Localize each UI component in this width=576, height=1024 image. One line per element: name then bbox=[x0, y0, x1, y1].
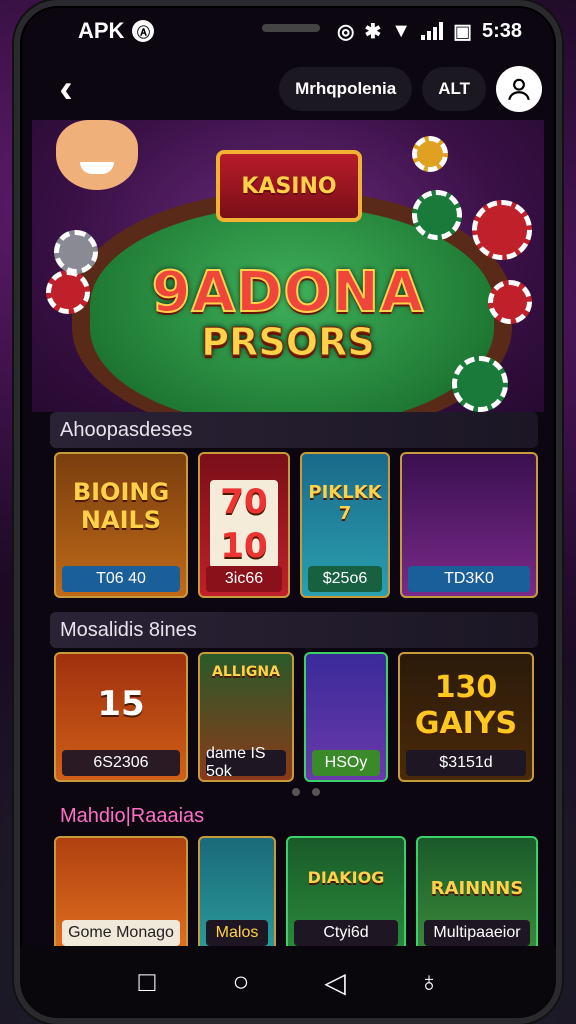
carrier-label: APK bbox=[78, 18, 125, 43]
game-card[interactable]: DIAKIOG Ctyi6d bbox=[286, 836, 406, 952]
android-nav-bar: □ ○ ◁ ♁ bbox=[20, 946, 556, 1018]
account-pill[interactable]: Mrhqpolenia bbox=[279, 67, 413, 111]
hero-subtitle: PRSORS bbox=[201, 320, 375, 365]
game-card-label: $3151d bbox=[406, 750, 526, 776]
game-card[interactable]: HSOy bbox=[304, 652, 388, 782]
chip-icon bbox=[472, 200, 532, 260]
alt-pill[interactable]: ALT bbox=[422, 67, 486, 111]
profile-avatar-icon[interactable] bbox=[496, 66, 542, 112]
game-card[interactable]: ALLIGNA dame IS 5ok bbox=[198, 652, 294, 782]
game-card-label: Multipaaeior bbox=[424, 920, 530, 946]
game-card-label: Gome Monago bbox=[62, 920, 180, 946]
section-title: Mahdio|Raaaias bbox=[60, 804, 205, 827]
game-grid: BIOING NAILS T06 40 70 10 3ic66 PIKLKK 7… bbox=[54, 452, 538, 598]
chip-icon bbox=[452, 356, 508, 412]
back-arrow-icon[interactable]: ‹ bbox=[42, 65, 90, 113]
assistant-icon[interactable]: ♁ bbox=[407, 966, 451, 998]
hero-banner[interactable]: KASINO 9ADONA PRSORS bbox=[32, 120, 544, 412]
battery-icon: ▣ bbox=[453, 20, 472, 43]
game-art-text: RAINNNS bbox=[430, 878, 524, 899]
game-art-text: DIAKIOG bbox=[307, 868, 385, 887]
game-art-text: 15 bbox=[97, 684, 145, 724]
carousel-dots bbox=[292, 788, 320, 796]
game-card[interactable]: TD3K0 bbox=[400, 452, 538, 598]
recent-apps-icon[interactable]: □ bbox=[125, 966, 169, 998]
top-bar: ‹ Mrhqpolenia ALT bbox=[20, 60, 556, 118]
game-art-text: 70 10 bbox=[210, 480, 278, 568]
bluetooth-icon: ✱ bbox=[364, 20, 382, 43]
game-grid: Gome Monago Malos DIAKIOG Ctyi6d RAINNNS… bbox=[54, 836, 538, 952]
game-card[interactable]: RAINNNS Multipaaeior bbox=[416, 836, 538, 952]
carrier-badge-icon: Ⓐ bbox=[132, 20, 155, 42]
hero-title: 9ADONA bbox=[151, 259, 425, 326]
game-card-label: Malos bbox=[206, 920, 268, 946]
game-card-label: T06 40 bbox=[62, 566, 180, 592]
chip-icon bbox=[412, 136, 448, 172]
home-icon[interactable]: ○ bbox=[219, 966, 263, 998]
back-icon[interactable]: ◁ bbox=[313, 966, 357, 999]
chip-icon bbox=[412, 190, 462, 240]
signal-icon bbox=[421, 22, 444, 40]
game-card-label: dame IS 5ok bbox=[206, 745, 286, 780]
game-grid: 15 6S2306 ALLIGNA dame IS 5ok HSOy 130 G… bbox=[54, 652, 538, 782]
game-card-label: Ctyi6d bbox=[294, 920, 398, 946]
speaker-notch bbox=[262, 24, 320, 32]
wifi-icon: ▼ bbox=[391, 19, 412, 42]
status-time: 5:38 bbox=[481, 19, 522, 42]
game-card-label: TD3K0 bbox=[408, 566, 530, 592]
game-art-text: 130 GAIYS bbox=[414, 670, 518, 741]
game-card-label: $25o6 bbox=[308, 566, 382, 592]
game-card[interactable]: 70 10 3ic66 bbox=[198, 452, 290, 598]
mascot-face-image bbox=[56, 120, 138, 190]
game-card-label: 6S2306 bbox=[62, 750, 180, 776]
game-card-label: HSOy bbox=[312, 750, 380, 776]
section-title: Mosalidis 8ines bbox=[50, 612, 538, 648]
game-art-text: PIKLKK 7 bbox=[308, 482, 382, 524]
game-card[interactable]: BIOING NAILS T06 40 bbox=[54, 452, 188, 598]
game-card[interactable]: PIKLKK 7 $25o6 bbox=[300, 452, 390, 598]
game-card[interactable]: 130 GAIYS $3151d bbox=[398, 652, 534, 782]
game-art-text: ALLIGNA bbox=[212, 664, 280, 680]
game-card[interactable]: Malos bbox=[198, 836, 276, 952]
alarm-icon: ◎ bbox=[337, 20, 355, 43]
kasino-sign: KASINO bbox=[216, 150, 362, 222]
game-card[interactable]: Gome Monago bbox=[54, 836, 188, 952]
game-card-label: 3ic66 bbox=[206, 566, 282, 592]
section-title: Ahoopasdeses bbox=[50, 412, 538, 448]
game-art-text: BIOING NAILS bbox=[72, 478, 170, 534]
game-card[interactable]: 15 6S2306 bbox=[54, 652, 188, 782]
phone-frame: APK Ⓐ ◎ ✱ ▼ ▣ 5:38 ‹ Mrhqpolenia ALT KAS… bbox=[14, 0, 562, 1024]
